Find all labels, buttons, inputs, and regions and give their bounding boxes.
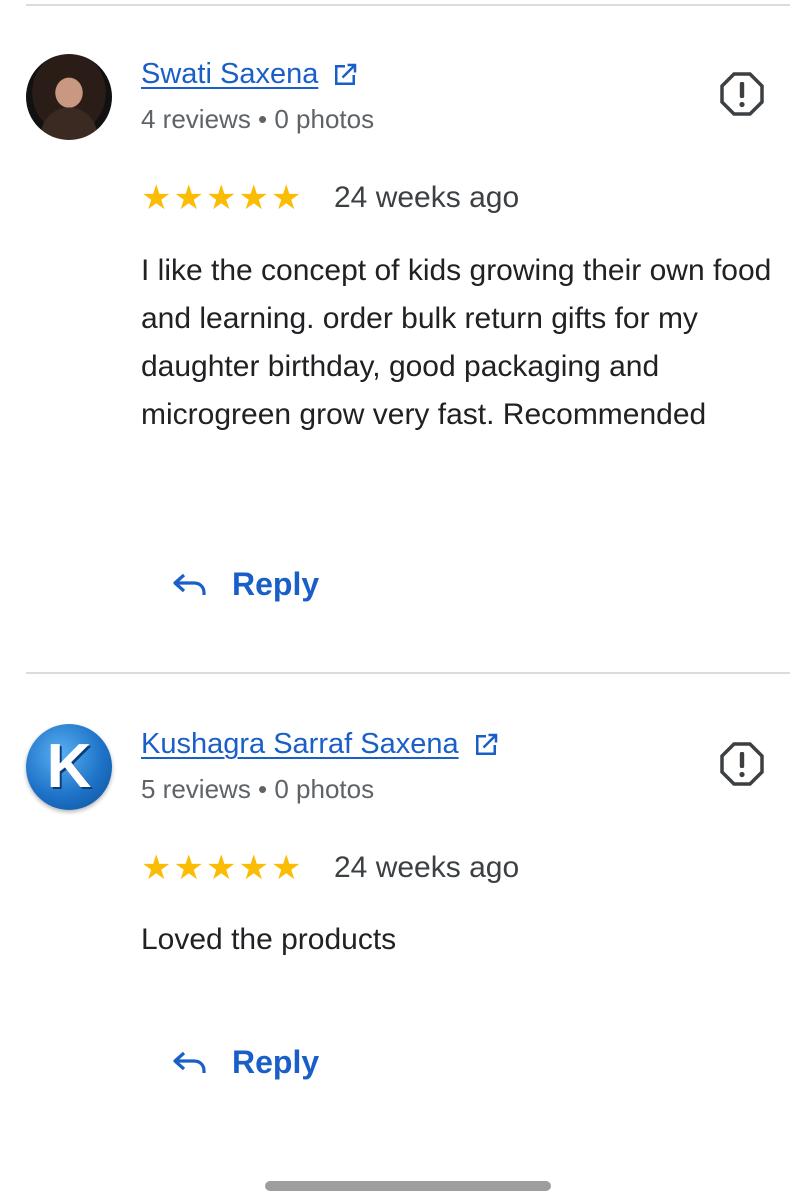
review-time: 24 weeks ago: [334, 851, 520, 884]
reviewer-stats: 5 reviews • 0 photos: [141, 774, 375, 804]
review-divider: [26, 672, 790, 674]
report-flag-icon[interactable]: [718, 70, 766, 118]
avatar[interactable]: [26, 54, 112, 140]
star-icon: ★: [173, 849, 204, 887]
star-icon: ★: [238, 849, 269, 887]
external-link-icon[interactable]: [471, 730, 501, 760]
star-rating: ★ ★ ★ ★ ★: [141, 181, 301, 215]
star-rating: ★ ★ ★ ★ ★: [141, 851, 301, 885]
report-flag-icon[interactable]: [718, 740, 766, 788]
home-indicator[interactable]: [265, 1181, 551, 1191]
reviewer-name-row[interactable]: Swati Saxena: [141, 58, 360, 91]
reply-label[interactable]: Reply: [232, 1044, 319, 1081]
star-icon: ★: [141, 179, 172, 217]
star-icon: ★: [141, 849, 172, 887]
top-divider: [26, 4, 790, 6]
reply-arrow-icon: [173, 573, 206, 595]
reply-label[interactable]: Reply: [232, 566, 319, 603]
review-time: 24 weeks ago: [334, 181, 520, 214]
star-icon: ★: [205, 179, 237, 217]
reply-button[interactable]: Reply: [172, 1044, 319, 1081]
reply-button[interactable]: Reply: [172, 566, 319, 603]
avatar-letter: K: [46, 732, 92, 801]
star-icon: ★: [173, 179, 204, 217]
review-text: I like the concept of kids growing their…: [141, 254, 772, 431]
reviewer-stats: 4 reviews • 0 photos: [141, 104, 375, 134]
star-icon: ★: [238, 179, 269, 217]
external-link-icon[interactable]: [330, 60, 360, 90]
star-icon: ★: [205, 849, 237, 887]
avatar[interactable]: K: [26, 724, 112, 810]
reviewer-name-link[interactable]: Swati Saxena: [141, 58, 318, 91]
star-icon: ★: [270, 849, 302, 887]
review-text: Loved the products: [141, 923, 397, 956]
reviewer-name-link[interactable]: Kushagra Sarraf Saxena: [141, 728, 459, 761]
reviewer-name-row[interactable]: Kushagra Sarraf Saxena: [141, 728, 501, 761]
reply-arrow-icon: [173, 1051, 206, 1073]
star-icon: ★: [270, 179, 302, 217]
